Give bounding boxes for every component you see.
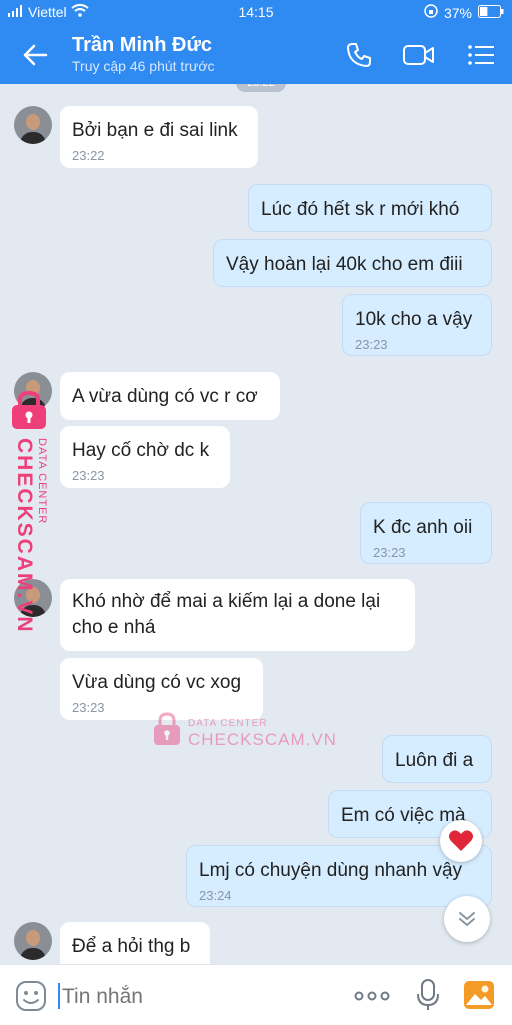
date-separator: 23:22 (236, 84, 286, 92)
message-text: Để a hỏi thg b (72, 936, 191, 957)
message-bubble-incoming[interactable]: Khó nhờ để mai a kiếm lại a done lại cho… (60, 579, 415, 651)
message-text: Bởi bạn e đi sai link (72, 120, 238, 141)
message-text: K đc anh oii (373, 517, 473, 538)
heart-reaction-icon[interactable] (440, 820, 482, 862)
message-bubble-outgoing[interactable]: Vậy hoàn lại 40k cho em điii (213, 239, 492, 287)
watermark-brand: CHECKSCAM.VN (188, 730, 337, 749)
status-right: 37% (424, 4, 504, 21)
watermark-tag: DATA CENTER (36, 438, 48, 525)
avatar[interactable] (14, 106, 52, 144)
message-text: Lmj có chuyện dùng nhanh vậy (199, 860, 463, 881)
message-text: A vừa dùng có vc r cơ (72, 386, 258, 407)
video-camera-icon[interactable] (402, 38, 436, 72)
message-bubble-incoming[interactable]: Để a hỏi thg b (60, 922, 210, 964)
message-time: 23:23 (72, 468, 105, 483)
message-bubble-incoming[interactable]: Hay cố chờ dc k 23:23 (60, 426, 230, 488)
watermark-tag: DATA CENTER (188, 718, 268, 729)
lock-logo-icon (154, 712, 180, 745)
list-menu-icon[interactable] (464, 38, 498, 72)
watermark-side: CHECKSCAM.VN DATA CENTER (6, 390, 56, 640)
contact-name[interactable]: Trần Minh Đức (72, 34, 212, 57)
sticker-smiley-icon[interactable] (14, 979, 48, 1013)
more-dots-icon[interactable] (354, 983, 394, 1009)
status-bar: Viettel 14:15 37% (0, 0, 512, 24)
battery-percent: 37% (443, 4, 472, 21)
microphone-icon[interactable] (414, 977, 442, 1013)
message-bubble-incoming[interactable]: A vừa dùng có vc r cơ (60, 372, 280, 420)
message-time: 23:23 (373, 545, 406, 560)
avatar[interactable] (14, 922, 52, 960)
message-bubble-outgoing[interactable]: Lúc đó hết sk r mới khó (248, 184, 492, 232)
message-list[interactable]: 23:22 Bởi bạn e đi sai link 23:22 Lúc đó… (0, 84, 512, 964)
message-input[interactable] (60, 981, 344, 1013)
message-text: Hay cố chờ dc k (72, 440, 210, 461)
gallery-image-icon[interactable] (462, 979, 496, 1011)
watermark-brand: CHECKSCAM.VN (13, 438, 36, 634)
watermark-center: DATA CENTER CHECKSCAM.VN (152, 712, 336, 752)
message-text: Luôn đi a (395, 750, 474, 771)
message-time: 23:23 (355, 337, 388, 352)
message-text: Vậy hoàn lại 40k cho em điii (226, 254, 463, 275)
message-bubble-outgoing[interactable]: 10k cho a vậy 23:23 (342, 294, 492, 356)
composer-bar (0, 964, 512, 1025)
message-bubble-outgoing[interactable]: Luôn đi a (382, 735, 492, 783)
rotation-lock-icon (424, 4, 438, 21)
message-text: Lúc đó hết sk r mới khó (261, 199, 460, 220)
chat-header: Trần Minh Đức Truy cập 46 phút trước (0, 24, 512, 84)
back-arrow-icon[interactable] (18, 40, 52, 70)
last-seen: Truy cập 46 phút trước (72, 58, 215, 74)
message-bubble-outgoing[interactable]: K đc anh oii 23:23 (360, 502, 492, 564)
message-text: Vừa dùng có vc xog (72, 672, 242, 693)
battery-icon (478, 4, 504, 21)
message-text: Khó nhờ để mai a kiếm lại a done lại cho… (72, 591, 381, 638)
phone-icon[interactable] (342, 38, 376, 72)
lock-logo-icon (12, 390, 46, 429)
message-text: 10k cho a vậy (355, 309, 473, 330)
message-bubble-incoming[interactable]: Bởi bạn e đi sai link 23:22 (60, 106, 258, 168)
message-bubble-incoming[interactable]: Vừa dùng có vc xog 23:23 (60, 658, 263, 720)
scroll-down-icon[interactable] (444, 896, 490, 942)
message-time: 23:24 (199, 888, 232, 903)
message-time: 23:22 (72, 148, 105, 163)
